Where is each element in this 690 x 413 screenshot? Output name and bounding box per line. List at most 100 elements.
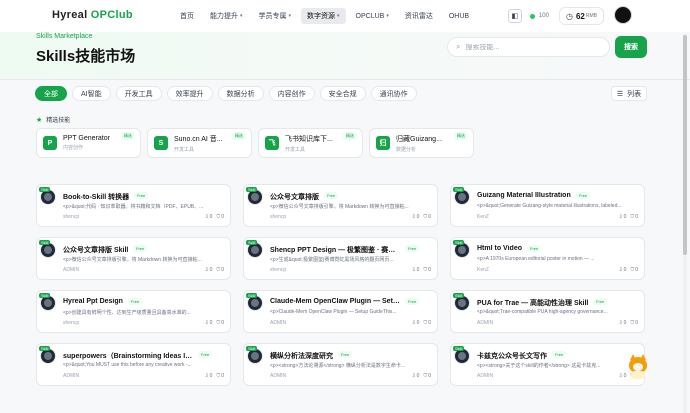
- chevron-down-icon: ▾: [337, 13, 340, 19]
- logo-accent-text: OPClub: [90, 9, 133, 21]
- top-navigation-bar: Hyreal OPClub 首页 能力提升 ▾ 学员专属 ▾ 数字资源 ▾ OPCLUB ▾ 资讯…: [0, 0, 690, 32]
- credits-badge[interactable]: ◷ 62 RMB: [558, 7, 604, 25]
- skill-card[interactable]: Skill PUA for Trae — 高能动性治理 Skill Free <p>&…: [450, 290, 645, 333]
- credits-value: 62: [575, 11, 585, 21]
- nav-item[interactable]: 学员专属 ▾: [253, 8, 298, 24]
- search-field[interactable]: ⌕: [447, 37, 610, 57]
- skill-tag: Skill: [39, 240, 51, 245]
- bookmark-icon: ⛉: [630, 214, 635, 220]
- skill-tag: Skill: [453, 346, 465, 351]
- star-count: 0: [428, 214, 431, 220]
- star-count: 0: [221, 214, 224, 220]
- skill-title: Book-to-Skill 转换器: [63, 194, 130, 201]
- download-icon: ⇩: [618, 267, 623, 273]
- skill-card[interactable]: Skill 卡兹克公众号长文写作 Free <p><strong>关于这个skill的…: [450, 343, 645, 386]
- featured-skill-card[interactable]: S Suno.cn AI 音... 开发工具 精选: [147, 128, 252, 158]
- featured-title: 精选技能: [46, 118, 71, 124]
- skill-card[interactable]: Skill Guizang Material Illustration Free <p…: [450, 184, 645, 227]
- download-count: 0: [623, 214, 627, 220]
- skill-stats: ⇩0⛉0: [614, 320, 638, 326]
- download-icon: ⇩: [204, 214, 209, 220]
- star-count: 0: [635, 267, 638, 273]
- bookmark-icon: ⛉: [216, 373, 221, 379]
- featured-skill-card[interactable]: P PPT Generator 内容创作 精选: [36, 128, 141, 158]
- bookmark-icon: ⛉: [423, 267, 428, 273]
- top-right-tools: ◧ 100 ◷ 62 RMB: [507, 7, 604, 25]
- filter-chip[interactable]: 全部: [35, 86, 67, 101]
- filter-chip[interactable]: AI智能: [72, 86, 111, 101]
- user-avatar[interactable]: [614, 6, 632, 24]
- skill-author: shencp: [63, 214, 80, 220]
- skill-stats: ⇩0⛉0: [200, 320, 224, 326]
- skill-icon: S: [154, 136, 168, 150]
- points-dot-icon: [529, 13, 535, 19]
- featured-text: Suno.cn AI 音... 开发工具: [174, 134, 234, 153]
- filter-chip[interactable]: 通讯协作: [370, 86, 417, 101]
- nav-item[interactable]: OHUB: [443, 8, 475, 24]
- skill-title: Hyreal Ppt Design: [63, 298, 123, 305]
- filter-chip[interactable]: 开发工具: [115, 86, 162, 101]
- download-icon: ⇩: [411, 320, 416, 326]
- nav-item[interactable]: 数字资源 ▾: [301, 8, 346, 24]
- skill-card[interactable]: Skill superpowers（Brainstorming Ideas Int…: [36, 343, 231, 386]
- page-subtitle: Skills Marketplace: [36, 33, 93, 40]
- free-badge: Free: [576, 192, 591, 199]
- skill-icon: 归: [376, 136, 390, 150]
- view-toggle-button[interactable]: ☰ 列表: [611, 86, 647, 101]
- skill-card[interactable]: Skill Hyreal Ppt Design Free <p>创建具有鲜明个性、达到…: [36, 290, 231, 333]
- star-icon: ★: [36, 116, 43, 124]
- bookmark-icon: ⛉: [423, 373, 428, 379]
- download-icon: ⇩: [204, 320, 209, 326]
- skill-tag: Skill: [39, 346, 51, 351]
- download-count: 0: [416, 214, 420, 220]
- download-count: 0: [623, 320, 627, 326]
- nav-item[interactable]: 能力提升 ▾: [204, 8, 249, 24]
- theme-toggle-icon[interactable]: ◧: [507, 9, 522, 23]
- free-badge: Free: [324, 192, 339, 199]
- featured-skill-name: Suno.cn AI 音...: [174, 135, 223, 143]
- site-logo[interactable]: Hyreal OPClub: [52, 9, 133, 21]
- download-icon: ⇩: [411, 214, 416, 220]
- download-count: 0: [416, 373, 420, 379]
- skill-author: ADMIN: [270, 373, 287, 379]
- skill-card[interactable]: Skill Html to Video Free <p>A 1970s Europea…: [450, 237, 645, 280]
- skill-description: <p>A 1970s European editorial poster in …: [477, 256, 595, 262]
- nav-item[interactable]: 资讯雷达: [399, 8, 439, 24]
- skill-card[interactable]: Skill 公众号文章排版 Skill Free <p>微信公众号文章排版引擎。将 M…: [36, 237, 231, 280]
- filter-chip[interactable]: 安全合规: [319, 86, 366, 101]
- nav-item[interactable]: OPCLUB ▾: [350, 8, 395, 24]
- skill-tag: Skill: [39, 293, 51, 298]
- skill-card[interactable]: Skill 横纵分析法深度研究 Free <p><strong>方法论溯源</stro…: [243, 343, 438, 386]
- avatar-ring: [44, 193, 52, 201]
- nav-item[interactable]: 首页: [174, 8, 200, 24]
- filter-chip[interactable]: 内容创作: [268, 86, 315, 101]
- bookmark-icon: ⛉: [216, 214, 221, 220]
- skill-author: KenZ: [477, 214, 489, 220]
- free-badge: Free: [128, 298, 143, 305]
- skill-description: <p>&quot;代码 · 知识萃取器。将书籍和文档（PDF、EPUB、...: [63, 204, 204, 210]
- filter-chip[interactable]: 数据分析: [217, 86, 264, 101]
- page-scrollbar[interactable]: [683, 33, 687, 413]
- skill-card[interactable]: Skill Shencp PPT Design — 极繁图鉴 · 赛博霓虹黑...…: [243, 237, 438, 280]
- search-input[interactable]: [465, 43, 596, 51]
- search-button[interactable]: 搜索: [615, 36, 647, 58]
- filter-chip[interactable]: 效率提升: [166, 86, 213, 101]
- nav-item-label: 资讯雷达: [404, 13, 433, 20]
- skill-title: Shencp PPT Design — 极繁图鉴 · 赛博霓虹黑...: [270, 247, 400, 254]
- page-title: Skills技能市场: [36, 48, 136, 65]
- skill-card[interactable]: Skill 公众号文章排版 Free <p>微信公众号文章排版引擎。将 Markdow…: [243, 184, 438, 227]
- avatar-ring: [458, 352, 466, 360]
- cat-mascot-icon[interactable]: [625, 353, 651, 379]
- skill-card[interactable]: Skill Book-to-Skill 转换器 Free <p>&quot;代码 · …: [36, 184, 231, 227]
- skill-card[interactable]: Skill Claude-Mem OpenClaw Plugin — Setup …: [243, 290, 438, 333]
- featured-skill-card[interactable]: 飞飞书知识库下... 开发工具 精选: [258, 128, 363, 158]
- star-count: 0: [221, 267, 224, 273]
- star-count: 0: [428, 267, 431, 273]
- free-badge: Free: [338, 351, 353, 358]
- avatar-ring: [251, 193, 259, 201]
- featured-skill-card[interactable]: 归归藏Guizang... 数据分析 精选: [369, 128, 474, 158]
- skill-author: ADMIN: [63, 267, 80, 273]
- free-badge: Free: [405, 245, 420, 252]
- scrollbar-thumb[interactable]: [683, 35, 687, 255]
- skill-description: <p>生成&quot;极繁图鉴|赛博霓虹黑场风格的翻页网页...: [270, 257, 394, 263]
